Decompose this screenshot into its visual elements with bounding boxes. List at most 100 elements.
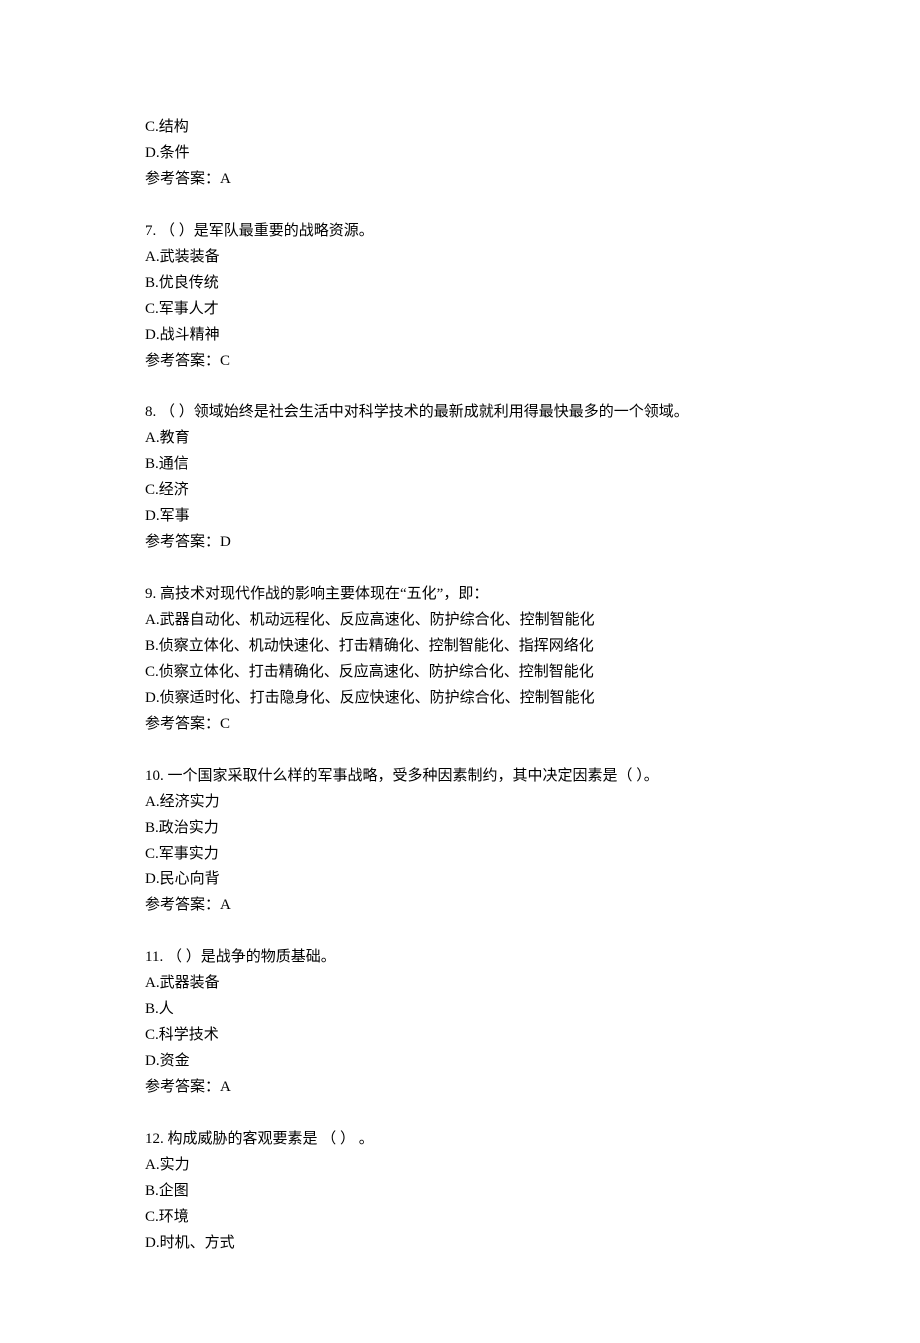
option-text: 科学技术 xyxy=(159,1027,219,1043)
option-text: 战斗精神 xyxy=(160,327,220,343)
option-letter: B xyxy=(145,456,155,472)
option-text: 民心向背 xyxy=(160,871,220,887)
option-text: 人 xyxy=(159,1001,174,1017)
option-text: 侦察适时化、打击隐身化、反应快速化、防护综合化、控制智能化 xyxy=(160,690,595,706)
option-c: C.侦察立体化、打击精确化、反应高速化、防护综合化、控制智能化 xyxy=(145,660,775,686)
question-7: 7. （ ）是军队最重要的战略资源。 A.武装装备 B.优良传统 C.军事人才 … xyxy=(145,219,775,375)
question-stem-line: 7. （ ）是军队最重要的战略资源。 xyxy=(145,219,775,245)
option-text: 武器装备 xyxy=(160,975,220,991)
question-stem: （ ）是军队最重要的战略资源。 xyxy=(160,223,374,239)
question-number: 11. xyxy=(145,949,163,965)
option-c: C.军事人才 xyxy=(145,297,775,323)
option-text: 资金 xyxy=(160,1053,190,1069)
option-letter: D xyxy=(145,1235,156,1251)
option-letter: D xyxy=(145,1053,156,1069)
question-stem: 高技术对现代作战的影响主要体现在“五化”，即： xyxy=(160,586,488,602)
question-number: 8. xyxy=(145,404,156,420)
answer-value: A xyxy=(220,171,231,187)
option-d: D.时机、方式 xyxy=(145,1231,775,1257)
option-b: B.企图 xyxy=(145,1179,775,1205)
question-8: 8. （ ）领域始终是社会生活中对科学技术的最新成就利用得最快最多的一个领域。 … xyxy=(145,400,775,556)
option-letter: D xyxy=(145,871,156,887)
option-letter: B xyxy=(145,1183,155,1199)
option-letter: C xyxy=(145,664,155,680)
option-a: A.武器装备 xyxy=(145,971,775,997)
option-letter: C xyxy=(145,846,155,862)
answer-value: C xyxy=(220,353,230,369)
question-stem-line: 11. （ ）是战争的物质基础。 xyxy=(145,945,775,971)
option-letter: B xyxy=(145,820,155,836)
option-a: A.实力 xyxy=(145,1153,775,1179)
option-letter: D xyxy=(145,327,156,343)
option-c: C.结构 xyxy=(145,115,775,141)
question-number: 7. xyxy=(145,223,156,239)
answer-line: 参考答案：A xyxy=(145,1075,775,1101)
option-c: C.军事实力 xyxy=(145,842,775,868)
question-stem: （ ）领域始终是社会生活中对科学技术的最新成就利用得最快最多的一个领域。 xyxy=(160,404,689,420)
option-letter: A xyxy=(145,794,156,810)
option-d: D.战斗精神 xyxy=(145,323,775,349)
option-a: A.武器自动化、机动远程化、反应高速化、防护综合化、控制智能化 xyxy=(145,608,775,634)
option-letter: C xyxy=(145,482,155,498)
option-c: C.经济 xyxy=(145,478,775,504)
option-letter: C xyxy=(145,119,155,135)
option-a: A.武装装备 xyxy=(145,245,775,271)
option-text: 军事人才 xyxy=(159,301,219,317)
question-10: 10. 一个国家采取什么样的军事战略，受多种因素制约，其中决定因素是（ ）。 A… xyxy=(145,764,775,920)
option-d: D.条件 xyxy=(145,141,775,167)
option-letter: D xyxy=(145,145,156,161)
question-stem-line: 12. 构成威胁的客观要素是 （ ） 。 xyxy=(145,1127,775,1153)
option-text: 经济 xyxy=(159,482,189,498)
answer-line: 参考答案：C xyxy=(145,712,775,738)
option-text: 条件 xyxy=(160,145,190,161)
option-text: 军事 xyxy=(160,508,190,524)
answer-label: 参考答案： xyxy=(145,171,220,187)
option-text: 结构 xyxy=(159,119,189,135)
option-letter: D xyxy=(145,690,156,706)
question-9: 9. 高技术对现代作战的影响主要体现在“五化”，即： A.武器自动化、机动远程化… xyxy=(145,582,775,738)
option-letter: B xyxy=(145,638,155,654)
option-b: B.人 xyxy=(145,997,775,1023)
question-stem: （ ）是战争的物质基础。 xyxy=(167,949,336,965)
option-text: 优良传统 xyxy=(159,275,219,291)
option-letter: C xyxy=(145,1209,155,1225)
question-number: 9. xyxy=(145,586,156,602)
answer-line: 参考答案：A xyxy=(145,167,775,193)
option-text: 实力 xyxy=(160,1157,190,1173)
option-text: 武器自动化、机动远程化、反应高速化、防护综合化、控制智能化 xyxy=(160,612,595,628)
answer-value: C xyxy=(220,716,230,732)
option-a: A.经济实力 xyxy=(145,790,775,816)
option-letter: A xyxy=(145,612,156,628)
answer-label: 参考答案： xyxy=(145,534,220,550)
option-text: 通信 xyxy=(159,456,189,472)
question-stem: 一个国家采取什么样的军事战略，受多种因素制约，其中决定因素是（ ）。 xyxy=(168,768,659,784)
question-number: 12. xyxy=(145,1131,164,1147)
question-number: 10. xyxy=(145,768,164,784)
question-stem: 构成威胁的客观要素是 （ ） 。 xyxy=(168,1131,374,1147)
option-text: 企图 xyxy=(159,1183,189,1199)
question-11: 11. （ ）是战争的物质基础。 A.武器装备 B.人 C.科学技术 D.资金 … xyxy=(145,945,775,1101)
answer-line: 参考答案：C xyxy=(145,349,775,375)
option-b: B.优良传统 xyxy=(145,271,775,297)
option-text: 时机、方式 xyxy=(160,1235,235,1251)
answer-value: A xyxy=(220,1079,231,1095)
option-text: 侦察立体化、打击精确化、反应高速化、防护综合化、控制智能化 xyxy=(159,664,594,680)
option-b: B.侦察立体化、机动快速化、打击精确化、控制智能化、指挥网络化 xyxy=(145,634,775,660)
answer-label: 参考答案： xyxy=(145,353,220,369)
option-text: 经济实力 xyxy=(160,794,220,810)
option-letter: A xyxy=(145,975,156,991)
option-text: 武装装备 xyxy=(160,249,220,265)
option-d: D.侦察适时化、打击隐身化、反应快速化、防护综合化、控制智能化 xyxy=(145,686,775,712)
answer-label: 参考答案： xyxy=(145,1079,220,1095)
question-stem-line: 9. 高技术对现代作战的影响主要体现在“五化”，即： xyxy=(145,582,775,608)
option-letter: D xyxy=(145,508,156,524)
answer-value: A xyxy=(220,897,231,913)
option-d: D.民心向背 xyxy=(145,867,775,893)
answer-line: 参考答案：D xyxy=(145,530,775,556)
answer-value: D xyxy=(220,534,231,550)
answer-label: 参考答案： xyxy=(145,716,220,732)
answer-line: 参考答案：A xyxy=(145,893,775,919)
option-text: 军事实力 xyxy=(159,846,219,862)
option-text: 环境 xyxy=(159,1209,189,1225)
option-c: C.科学技术 xyxy=(145,1023,775,1049)
